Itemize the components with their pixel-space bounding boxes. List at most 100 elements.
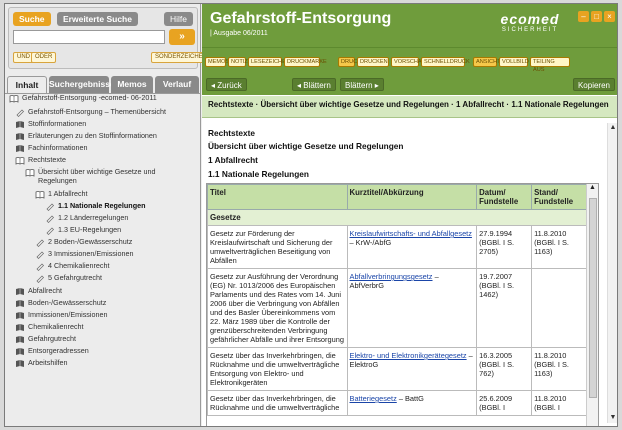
tree-item-label: Immissionen/Emissionen (28, 310, 108, 319)
book-open-icon (25, 168, 35, 177)
search-go-button[interactable]: » (169, 29, 195, 45)
tree-item[interactable]: 3 Immissionen/Emissionen (35, 249, 195, 259)
minimize-icon[interactable]: – (578, 11, 589, 22)
table-row: Gesetz zur Förderung der Kreislaufwirtsc… (207, 225, 587, 269)
content-scrollbar[interactable]: ▲ ▼ (607, 123, 617, 423)
law-link[interactable]: Abfallverbringungsgesetz (350, 272, 433, 281)
help-button[interactable]: Hilfe (163, 12, 193, 26)
table-scrollbar[interactable]: ▲ (586, 184, 598, 426)
book-icon (15, 287, 25, 296)
book-icon (15, 359, 25, 368)
tree-item[interactable]: Gefahrgutrecht (15, 334, 195, 344)
tree-item[interactable]: 1.1 Nationale Regelungen (45, 201, 195, 211)
table-row: Gesetz zur Ausführung der Verordnung (EG… (207, 268, 587, 348)
tab-suche[interactable]: Suche (13, 12, 51, 26)
abbreviation: – KrW-/AbfG (349, 238, 392, 247)
toolbar-button-lesezeichen[interactable]: LESEZEICHEN (248, 57, 290, 67)
tree-item[interactable]: 2 Boden-/Gewässerschutz (35, 237, 195, 247)
search-input[interactable] (13, 30, 165, 44)
back-button[interactable]: ◂ Zurück (206, 78, 247, 91)
tree-item-label: Chemikalienrecht (28, 322, 84, 331)
heading-abfallrecht: 1 Abfallrecht (208, 155, 258, 165)
tree-item-label: 1.1 Nationale Regelungen (58, 201, 146, 210)
toolbar-button-schnelldruck[interactable]: SCHNELLDRUCK (421, 57, 470, 67)
toolbar-button-notiz[interactable]: NOTIZ (228, 57, 248, 67)
tree-item[interactable]: Fachinformationen (15, 143, 195, 153)
tree-item[interactable]: 1.2 Länderregelungen (45, 213, 195, 223)
cell-datum: 16.3.2005 (BGBl. I S. 762) (476, 347, 533, 391)
tree-item[interactable]: Chemikalienrecht (15, 322, 195, 332)
tree-item[interactable]: Entsorgeradressen (15, 346, 195, 356)
book-icon (15, 299, 25, 308)
maximize-icon[interactable]: □ (591, 11, 602, 22)
tree-item-label: Gefahrstoff-Entsorgung -ecomed- 06-2011 (22, 93, 157, 102)
tree-item[interactable]: 1 Abfallrecht (35, 189, 195, 199)
ecomed-logo: ecomed SICHERHEIT (485, 11, 575, 35)
scroll-down-icon[interactable]: ▼ (608, 413, 617, 423)
toolbar-button-druckmarke[interactable]: DRUCKMARKE (284, 57, 327, 67)
cell-datum: 27.9.1994 (BGBl. I S. 2705) (476, 225, 533, 269)
tree-item[interactable]: 1.3 EU-Regelungen (45, 225, 195, 235)
table-row: Gesetz über das Inverkehrbringen, die Rü… (207, 347, 587, 391)
tree-item-label: Abfallrecht (28, 286, 62, 295)
tree-item[interactable]: Stoffinformationen (15, 119, 195, 129)
page-icon (15, 108, 25, 117)
search-panel: Suche Erweiterte Suche Hilfe » UND ODER … (8, 7, 212, 69)
book-open-icon (15, 156, 25, 165)
copy-button[interactable]: Kopieren (572, 78, 615, 91)
page-icon (35, 274, 45, 283)
tree-item[interactable]: Immissionen/Emissionen (15, 310, 195, 320)
law-link[interactable]: Batteriegesetz (350, 394, 397, 403)
close-icon[interactable]: × (604, 11, 615, 22)
tab-suchergebnisse[interactable]: Suchergebnisse (49, 76, 115, 93)
law-link[interactable]: Kreislaufwirtschafts- und Abfallgesetz (350, 229, 472, 238)
law-link[interactable]: Elektro- und Elektronikgerätegesetz (350, 351, 467, 360)
application-window: Suche Erweiterte Suche Hilfe » UND ODER … (4, 3, 618, 427)
tree-item-label: Übersicht über wichtige Gesetze und Rege… (38, 167, 156, 185)
tree-item[interactable]: Übersicht über wichtige Gesetze und Rege… (25, 167, 195, 185)
scroll-up-icon[interactable]: ▲ (587, 184, 598, 191)
toolbar-button-drucken[interactable]: DRUCKEN (357, 57, 389, 67)
column-header: Stand/ Fundstelle (531, 184, 587, 210)
toolbar-button-druck[interactable]: DRUCK (338, 57, 361, 67)
toolbar-button-vollbild[interactable]: VOLLBILD (499, 57, 529, 67)
breadcrumb: Rechtstexte · Übersicht über wichtige Ge… (202, 96, 617, 118)
tree-item[interactable]: Boden-/Gewässerschutz (15, 298, 195, 308)
book-icon (15, 144, 25, 153)
tree-item[interactable]: Abfallrecht (15, 286, 195, 296)
prev-page-button[interactable]: ◂ Blättern (292, 78, 336, 91)
toolbar-button-memos[interactable]: MEMOS (205, 57, 229, 67)
oder-button[interactable]: ODER (31, 52, 57, 63)
tree-item-label: Entsorgeradressen (28, 346, 89, 355)
tree-item[interactable]: Gefahrstoff-Entsorgung -ecomed- 06-2011 (9, 93, 195, 103)
tree-item-label: Arbeitshilfen (28, 358, 68, 367)
tab-erweiterte-suche[interactable]: Erweiterte Suche (57, 12, 138, 26)
header: Gefahrstoff-Entsorgung | Ausgabe 06/2011… (202, 4, 617, 47)
toolbar-button-teiling-aus[interactable]: TEILING AUS (530, 57, 570, 73)
tab-inhalt[interactable]: Inhalt (7, 76, 47, 93)
toolbar-button-ansicht[interactable]: ANSICHT (473, 57, 501, 67)
page-icon (45, 226, 55, 235)
next-page-button[interactable]: Blättern ▸ (340, 78, 384, 91)
tree-item-label: Stoffinformationen (28, 119, 87, 128)
tree-item[interactable]: Erläuterungen zu den Stoffinformationen (15, 131, 195, 141)
tab-verlauf[interactable]: Verlauf (155, 76, 199, 93)
tree-item[interactable]: Rechtstexte (15, 155, 195, 165)
book-icon (15, 132, 25, 141)
table-header-row: Titel Kurztitel/Abkürzung Datum/ Fundste… (207, 184, 587, 210)
tree-item[interactable]: Arbeitshilfen (15, 358, 195, 368)
tree-item[interactable]: 4 Chemikalienrecht (35, 261, 195, 271)
tree-item[interactable]: 5 Gefahrgutrecht (35, 273, 195, 283)
tab-memos[interactable]: Memos (111, 76, 153, 93)
window-controls: – □ × (578, 11, 615, 22)
tree-item-label: Fachinformationen (28, 143, 88, 152)
book-icon (15, 335, 25, 344)
page-icon (35, 250, 45, 259)
book-icon (15, 323, 25, 332)
scroll-up-icon[interactable]: ▲ (608, 123, 617, 133)
table-scroll-thumb[interactable] (589, 198, 597, 398)
toolbar-button-vorschau[interactable]: VORSCHAU (391, 57, 426, 67)
tree-item[interactable]: Gefahrstoff-Entsorgung – Themenübersicht (15, 107, 195, 117)
cell-titel: Gesetz zur Förderung der Kreislaufwirtsc… (207, 225, 348, 269)
cell-titel: Gesetz über das Inverkehrbringen, die Rü… (207, 347, 348, 391)
